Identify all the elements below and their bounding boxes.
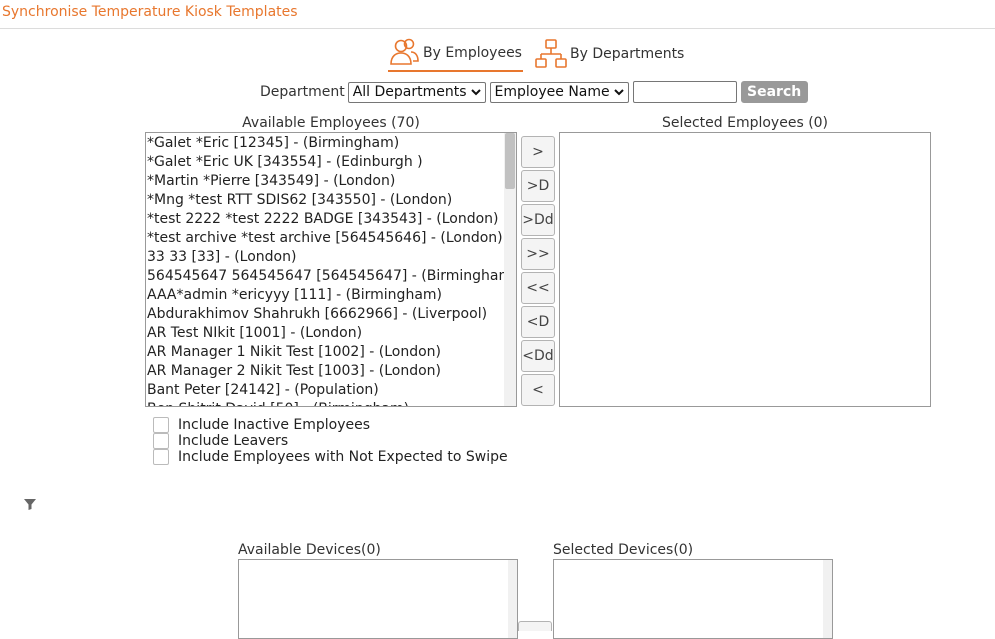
tab-by-employees[interactable]: By Employees [388,36,523,72]
list-item[interactable]: AR Test NIkit [1001] - (London) [146,324,504,343]
selected-devices-heading: Selected Devices(0) [553,542,694,558]
include-leavers-checkbox[interactable] [153,433,169,449]
list-item[interactable]: AR Manager 1 Nikit Test [1002] - (London… [146,343,504,362]
include-leavers-option[interactable]: Include Leavers [153,433,288,449]
tab-label: By Departments [570,46,685,62]
filter-icon[interactable] [23,497,37,511]
title-divider [0,28,995,29]
list-item[interactable]: *Mng *test RTT SDIS62 [343550] - (London… [146,191,504,210]
list-item[interactable]: 33 33 [33] - (London) [146,248,504,267]
available-devices-list[interactable] [238,559,518,639]
include-inactive-label: Include Inactive Employees [178,417,371,433]
list-item[interactable]: *Galet *Eric UK [343554] - (Edinburgh ) [146,153,504,172]
chevron-down-icon [613,89,624,96]
move-department-descendants-left-button[interactable]: <Dd [521,340,555,372]
available-employees-list[interactable]: *Galet *Eric [12345] - (Birmingham) *Gale… [145,132,517,407]
list-item[interactable]: AAA*admin *ericyyy [111] - (Birmingham) [146,286,504,305]
list-item[interactable]: Ben Shitrit David [50] - (Birmingham) [146,400,504,406]
scrollbar-thumb[interactable] [505,133,515,189]
list-item[interactable]: *test 2222 *test 2222 BADGE [343543] - (… [146,210,504,229]
move-department-right-button[interactable]: >D [521,170,555,202]
scrollbar[interactable] [823,560,832,638]
include-leavers-label: Include Leavers [178,433,289,449]
tab-label: By Employees [423,45,522,61]
available-employees-items: *Galet *Eric [12345] - (Birmingham) *Gale… [146,133,516,406]
org-chart-icon [535,38,567,70]
selected-employees-heading: Selected Employees (0) [661,115,829,131]
search-button[interactable]: Search [740,81,808,103]
chevron-down-icon [470,89,481,96]
selected-employees-list[interactable] [559,132,931,407]
include-inactive-checkbox[interactable] [153,417,169,433]
include-not-expected-option[interactable]: Include Employees with Not Expected to S… [153,449,508,465]
list-item[interactable]: *Galet *Eric [12345] - (Birmingham) [146,134,504,153]
department-select[interactable]: All Departments [347,81,486,103]
sort-by-select[interactable]: Employee Name [489,81,629,103]
scrollbar[interactable] [508,560,517,638]
department-select-value: All Departments [352,84,467,100]
include-not-expected-label: Include Employees with Not Expected to S… [178,449,508,465]
list-item[interactable]: Abdurakhimov Shahrukh [6662966] - (Liver… [146,305,504,324]
move-selected-right-button[interactable]: > [521,136,555,168]
include-not-expected-checkbox[interactable] [153,449,169,465]
tab-by-departments[interactable]: By Departments [535,36,695,72]
available-employees-heading: Available Employees (70) [242,115,420,131]
move-all-right-button[interactable]: >> [521,238,555,270]
move-department-descendants-right-button[interactable]: >Dd [521,204,555,236]
scrollbar[interactable] [504,133,516,406]
search-input[interactable] [632,81,737,103]
list-item[interactable]: *test archive *test archive [564545646] … [146,229,504,248]
list-item[interactable]: *Martin *Pierre [343549] - (London) [146,172,504,191]
people-icon [388,37,420,69]
move-device-right-button[interactable] [518,621,552,631]
move-all-left-button[interactable]: << [521,272,555,304]
list-item[interactable]: AR Manager 2 Nikit Test [1003] - (London… [146,362,504,381]
page-title: Synchronise Temperature Kiosk Templates [2,4,298,20]
list-item[interactable]: Bant Peter [24142] - (Population) [146,381,504,400]
filter-row: Department All Departments Employee Name… [260,81,808,103]
available-devices-heading: Available Devices(0) [238,542,381,558]
move-selected-left-button[interactable]: < [521,374,555,406]
department-label: Department [260,84,345,100]
list-item[interactable]: 564545647 564545647 [564545647] - (Birmi… [146,267,516,286]
include-inactive-option[interactable]: Include Inactive Employees [153,417,370,433]
sort-by-select-value: Employee Name [494,84,610,100]
selected-devices-list[interactable] [553,559,833,639]
move-department-left-button[interactable]: <D [521,306,555,338]
